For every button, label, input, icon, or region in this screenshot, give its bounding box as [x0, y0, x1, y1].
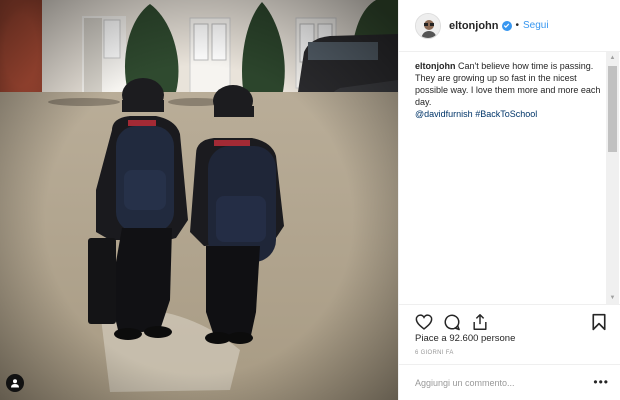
scroll-up-arrow-icon[interactable]: ▲ [606, 52, 619, 64]
follow-button[interactable]: Segui [523, 20, 549, 31]
bookmark-icon[interactable] [591, 313, 609, 333]
comment-icon[interactable] [441, 311, 463, 333]
caption-username[interactable]: eltonjohn [415, 61, 456, 71]
share-icon[interactable] [469, 311, 491, 333]
photo-scene [0, 0, 398, 400]
post-caption: eltonjohn Can't believe how time is pass… [415, 60, 601, 120]
verified-badge-icon [501, 20, 512, 31]
scroll-down-arrow-icon[interactable]: ▼ [606, 292, 619, 304]
likes-count[interactable]: Piace a 92.600 persone [415, 333, 515, 344]
comment-input[interactable] [415, 377, 585, 388]
comment-bar: ••• [399, 364, 620, 400]
post-header: eltonjohn • Segui [399, 0, 620, 52]
header-separator: • [515, 20, 520, 31]
post-username[interactable]: eltonjohn [449, 20, 499, 32]
caption-hashtag-link[interactable]: #BackToSchool [475, 109, 537, 119]
post-timestamp: 6 GIORNI FA [415, 350, 454, 356]
avatar-image-icon [416, 13, 440, 38]
heart-icon[interactable] [413, 311, 435, 333]
avatar[interactable] [415, 12, 441, 39]
user-tag-icon[interactable] [6, 374, 24, 392]
caption-scrollbar[interactable]: ▲ ▼ [606, 52, 619, 304]
caption-mention-link[interactable]: @davidfurnish [415, 109, 473, 119]
caption-area: eltonjohn Can't believe how time is pass… [399, 52, 620, 302]
more-options-icon[interactable]: ••• [593, 376, 609, 388]
post-side-panel: eltonjohn • Segui eltonjohn Can't believ… [398, 0, 620, 400]
post-photo[interactable] [0, 0, 398, 400]
scroll-thumb[interactable] [608, 66, 617, 152]
